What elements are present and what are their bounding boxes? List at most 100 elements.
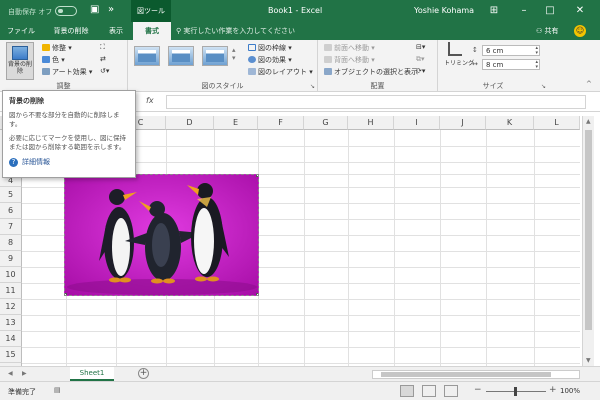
column-header[interactable]: F [258,116,304,130]
gridline [22,331,580,332]
maximize-icon[interactable]: □ [542,3,558,18]
selection-pane-button[interactable]: オブジェクトの選択と表示 [324,67,418,77]
column-header[interactable]: E [214,116,258,130]
page-break-view-icon[interactable] [444,385,458,397]
horizontal-scroll-thumb[interactable] [381,372,551,377]
resize-handle[interactable] [256,175,258,177]
tab-format[interactable]: 書式 [133,22,171,40]
column-header[interactable]: J [440,116,486,130]
tab-remove-background[interactable]: 背景の削除 [46,22,96,40]
row-header[interactable]: 11 [0,283,22,299]
vertical-scrollbar[interactable]: ▲ ▼ [582,116,594,366]
change-picture-icon[interactable]: ⇄ [100,55,106,63]
formula-input[interactable] [166,95,586,109]
row-header[interactable]: 13 [0,315,22,331]
reset-picture-icon[interactable]: ↺▾ [100,67,109,75]
collapse-ribbon-icon[interactable]: ^ [586,80,592,88]
picture-style-2[interactable] [168,46,194,66]
macro-record-icon[interactable]: ▤ [54,386,61,394]
crop-button[interactable]: トリミング [444,42,474,67]
row-header[interactable]: 5 [0,187,22,203]
tell-me-search[interactable]: ⚲ 実行したい作業を入力してください [176,26,295,36]
add-sheet-button[interactable]: + [138,368,149,379]
ribbon-display-icon[interactable]: ⊞ [486,3,502,18]
artistic-effects-button[interactable]: アート効果 ▾ [42,67,92,77]
artistic-effects-icon [42,68,50,75]
resize-handle[interactable] [256,293,258,295]
resize-handle[interactable] [65,293,67,295]
scroll-down-icon[interactable]: ▼ [586,357,591,364]
penguin-picture[interactable] [64,174,259,296]
minimize-icon[interactable]: – [516,3,532,18]
rotate-icon[interactable]: ⟳▾ [416,67,425,75]
sheet-prev-icon[interactable]: ◀ [8,370,13,377]
row-header[interactable]: 6 [0,203,22,219]
align-icon[interactable]: ⊟▾ [416,43,425,51]
more-icon[interactable]: » [108,4,114,15]
send-backward-button[interactable]: 背面へ移動 ▾ [324,55,375,65]
row-header[interactable]: 10 [0,267,22,283]
height-spinner-icon[interactable]: ▴ ▾ [535,46,538,56]
picture-border-button[interactable]: 図の枠線 ▾ [248,43,292,53]
normal-view-icon[interactable] [400,385,414,397]
compress-icon[interactable]: ⛶ [100,43,105,52]
row-header[interactable]: 12 [0,299,22,315]
picture-effects-button[interactable]: 図の効果 ▾ [248,55,292,65]
scroll-up-icon[interactable]: ▲ [586,118,591,125]
column-header[interactable]: L [534,116,580,130]
save-icon[interactable]: ▣ [90,4,99,15]
sheet-next-icon[interactable]: ▶ [22,370,27,377]
user-name[interactable]: Yoshie Kohama [414,6,474,15]
picture-style-1[interactable] [134,46,160,66]
feedback-smile-icon[interactable]: ☺ [574,25,586,37]
tooltip-title: 背景の削除 [9,97,44,105]
tab-view[interactable]: 表示 [104,22,128,40]
zoom-out-icon[interactable]: − [474,385,482,395]
row-header[interactable]: 9 [0,251,22,267]
height-input[interactable]: 6 cm ▴ ▾ [482,45,540,56]
row-header[interactable]: 8 [0,235,22,251]
vertical-scroll-thumb[interactable] [585,130,592,330]
zoom-in-icon[interactable]: + [549,385,557,395]
horizontal-scrollbar[interactable] [372,370,580,379]
styles-scroll-icon[interactable]: ▴ ▾ [232,46,236,62]
fx-icon[interactable]: fx [146,96,154,105]
sheet-bar: ◀ ▶ Sheet1 + [0,366,600,381]
row-header[interactable]: 15 [0,347,22,363]
penguins-image [65,175,258,295]
styles-launcher-icon[interactable]: ↘ [310,83,315,90]
artistic-effects-label: アート効果 [52,68,87,76]
gridline [22,299,580,300]
column-header[interactable]: D [166,116,214,130]
status-bar: 準備完了 ▤ − + 100% [0,381,600,400]
column-header[interactable]: G [304,116,348,130]
picture-style-3[interactable] [202,46,228,66]
page-layout-view-icon[interactable] [422,385,436,397]
tell-me-more-link[interactable]: ? 詳細情報 [9,157,129,167]
remove-background-button[interactable]: 背景の削除 [6,42,34,80]
color-button[interactable]: 色 ▾ [42,55,65,65]
send-backward-icon [324,56,332,63]
share-button[interactable]: ⚇ 共有 [536,26,559,36]
column-header[interactable]: I [394,116,440,130]
row-header[interactable]: 14 [0,331,22,347]
bring-forward-button[interactable]: 前面へ移動 ▾ [324,43,375,53]
ribbon: 背景の削除 修整 ▾ 色 ▾ アート効果 ▾ ⛶ ⇄ ↺▾ 調整 ▴ ▾ 図の枠線… [0,40,600,92]
corrections-button[interactable]: 修整 ▾ [42,43,72,53]
width-spinner-icon[interactable]: ▴ ▾ [535,60,538,70]
column-header[interactable]: H [348,116,394,130]
close-icon[interactable]: ✕ [572,3,588,18]
color-label: 色 [52,56,59,64]
help-icon: ? [9,158,18,167]
sheet-tab-sheet1[interactable]: Sheet1 [70,367,114,381]
tab-file[interactable]: ファイル [6,22,36,40]
zoom-level[interactable]: 100% [560,387,580,395]
autosave-toggle[interactable] [55,6,77,16]
zoom-slider-thumb[interactable] [514,387,517,396]
column-header[interactable]: K [486,116,534,130]
picture-layout-button[interactable]: 図のレイアウト ▾ [248,67,313,77]
row-header[interactable]: 7 [0,219,22,235]
size-launcher-icon[interactable]: ↘ [541,83,546,90]
group-objects-icon[interactable]: ⧉▾ [416,55,425,64]
width-input[interactable]: 8 cm ▴ ▾ [482,59,540,70]
